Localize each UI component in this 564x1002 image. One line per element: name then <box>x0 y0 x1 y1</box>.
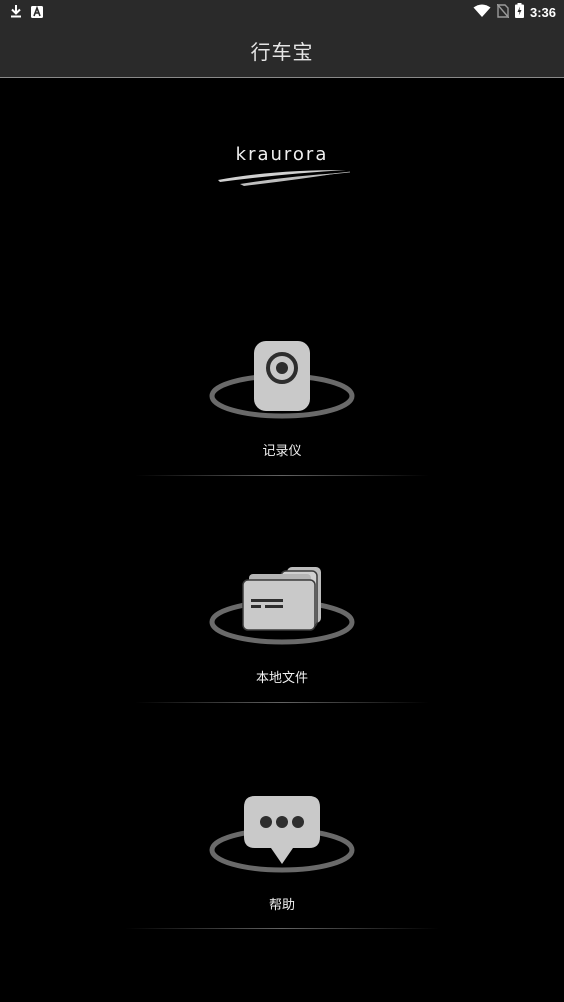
battery-charging-icon <box>514 2 524 22</box>
menu-item-local-files[interactable]: 本地文件 <box>0 564 564 714</box>
app-title: 行车宝 <box>250 40 314 64</box>
no-sim-icon <box>496 3 510 22</box>
status-time: 3:36 <box>529 4 556 20</box>
chat-bubble-icon <box>209 796 355 873</box>
status-left-icons <box>10 3 43 21</box>
folder-files-icon <box>209 567 355 645</box>
divider <box>135 475 429 476</box>
menu-label-local-files: 本地文件 <box>255 671 308 686</box>
font-a-icon <box>31 3 43 22</box>
menu-item-recorder[interactable]: 记录仪 <box>0 338 564 488</box>
divider <box>135 702 429 703</box>
app-bar: 行车宝 <box>0 24 564 78</box>
menu-label-help: 帮助 <box>268 898 295 913</box>
divider <box>125 928 439 929</box>
wifi-icon <box>473 3 491 22</box>
menu-label-recorder: 记录仪 <box>262 444 302 459</box>
camera-recorder-icon <box>209 341 355 419</box>
brand-logo: kraurora <box>210 140 354 190</box>
status-right-icons: 3:36 <box>473 2 556 22</box>
menu-item-help[interactable]: 帮助 <box>0 792 564 942</box>
download-icon <box>10 3 22 22</box>
status-bar: 3:36 <box>0 0 564 24</box>
logo-swoosh-icon <box>218 170 351 186</box>
